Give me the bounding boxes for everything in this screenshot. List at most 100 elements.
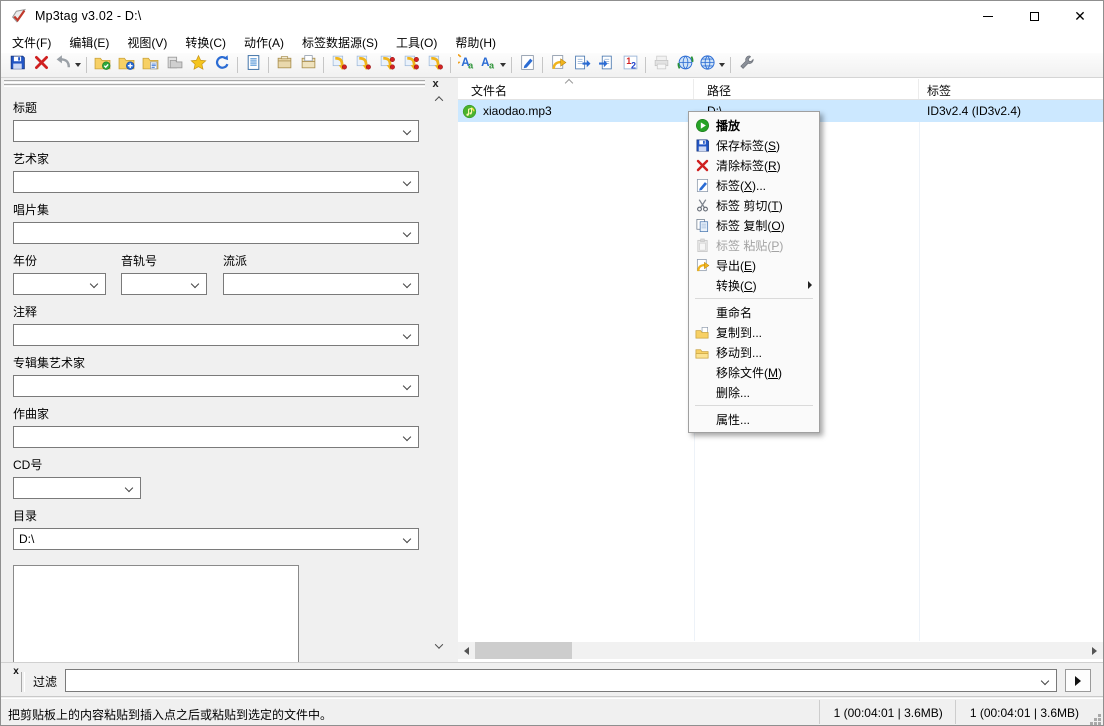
menubar-item-1[interactable]: 文件(F) (3, 31, 60, 54)
close-button[interactable]: ✕ (1057, 1, 1103, 31)
album-combo[interactable] (13, 222, 419, 244)
context-menu-item-6[interactable]: 标签 复制(O) (689, 215, 819, 235)
dropdown-arrow-icon (719, 63, 725, 67)
remove-tag-icon (694, 157, 711, 173)
scroll-up-button[interactable] (431, 91, 447, 106)
toolbar-options-button[interactable] (735, 54, 757, 76)
file-name: xiaodao.mp3 (483, 104, 552, 118)
toolbar-add-directory-button[interactable] (115, 54, 137, 76)
toolbar-convert-filename-to-tag-button[interactable] (571, 54, 593, 76)
menubar-item-5[interactable]: 动作(A) (235, 31, 293, 54)
toolbar-convert-tag-tag-button[interactable] (424, 54, 446, 76)
toolbar-edit-tag-button[interactable] (516, 54, 538, 76)
toolbar-tag-copy-button[interactable] (273, 54, 295, 76)
toolbar-convert-textfile-tag-button[interactable] (400, 54, 422, 76)
toolbar-favorites-button[interactable] (187, 54, 209, 76)
context-menu-item-15[interactable]: 删除... (689, 382, 819, 402)
album-artist-label: 专辑集艺术家 (13, 354, 419, 371)
toolbar-print-button[interactable] (650, 54, 672, 76)
tag-panel-grip[interactable] (4, 80, 425, 89)
track-combo[interactable] (121, 273, 207, 295)
context-menu-item-8[interactable]: 导出(E) (689, 255, 819, 275)
status-count-1: 1 (00:04:01 | 3.6MB) (819, 700, 955, 724)
filter-next-button[interactable] (1065, 669, 1091, 692)
chevron-down-icon (403, 331, 411, 339)
menubar-item-6[interactable]: 标签数据源(S) (293, 31, 387, 54)
context-menu-item-14[interactable]: 移除文件(M) (689, 362, 819, 382)
toolbar-export-button[interactable] (547, 54, 569, 76)
tag-panel-scrollbar[interactable] (431, 91, 447, 653)
album-artist-combo[interactable] (13, 375, 419, 397)
horizontal-scrollbar[interactable] (458, 642, 1103, 659)
column-header-1[interactable]: 文件名 (458, 79, 694, 99)
context-menu-item-11[interactable]: 重命名 (689, 302, 819, 322)
menubar-item-7[interactable]: 工具(O) (387, 31, 446, 54)
toolbar-convert-tag-to-filename-button[interactable] (595, 54, 617, 76)
toolbar-tag-paste-button[interactable] (297, 54, 319, 76)
disc-combo[interactable] (13, 477, 141, 499)
file-list-header: 文件名路径标签 (458, 79, 1103, 100)
toolbar-change-directory-button[interactable] (91, 54, 113, 76)
toolbar-undo-button[interactable] (54, 54, 82, 76)
tag-panel: x 标题 艺术家 唱片集 年份 音轨号 (1, 78, 449, 662)
toolbar-save-tag-button[interactable] (6, 54, 28, 76)
context-menu-item-17[interactable]: 属性... (689, 409, 819, 429)
menubar-item-3[interactable]: 视图(V) (118, 31, 176, 54)
scroll-down-button[interactable] (431, 638, 447, 653)
toolbar-convert-filename-tag-button[interactable] (352, 54, 374, 76)
toolbar-open-playlist-button[interactable] (139, 54, 161, 76)
toolbar-case-conversion-button[interactable]: Aa (455, 54, 477, 76)
cover-art-box[interactable] (13, 565, 299, 665)
toolbar-separator (511, 57, 512, 73)
context-menu-item-4[interactable]: 标签(X)... (689, 175, 819, 195)
toolbar-library-button[interactable] (163, 54, 185, 76)
composer-combo[interactable] (13, 426, 419, 448)
scroll-right-button[interactable] (1086, 642, 1103, 659)
chevron-down-icon (125, 484, 133, 492)
toolbar-numbering-wizard-button[interactable]: 12 (619, 54, 641, 76)
menubar-item-2[interactable]: 编辑(E) (60, 31, 118, 54)
context-menu-item-12[interactable]: 复制到... (689, 322, 819, 342)
panel-splitter[interactable] (449, 78, 458, 662)
title-combo[interactable] (13, 120, 419, 142)
folder-check-icon (94, 54, 111, 76)
column-header-2[interactable]: 路径 (694, 79, 919, 99)
context-menu-item-3[interactable]: 清除标签(R) (689, 155, 819, 175)
filter-bar: x 过滤 (1, 662, 1103, 696)
toolbar-convert-filename-filename-button[interactable] (376, 54, 398, 76)
print-icon (653, 54, 670, 76)
context-menu-item-13[interactable]: 移动到... (689, 342, 819, 362)
artist-combo[interactable] (13, 171, 419, 193)
toolbar-extended-tags-button[interactable] (242, 54, 264, 76)
toolbar-refresh-button[interactable] (211, 54, 233, 76)
toolbar-case-conversion-menu-button[interactable]: Aa (479, 54, 507, 76)
toolbar-web-source-menu-button[interactable] (698, 54, 726, 76)
maximize-button[interactable] (1011, 1, 1057, 31)
comment-combo[interactable] (13, 324, 419, 346)
context-menu-item-1[interactable]: 播放 (689, 115, 819, 135)
column-header-3[interactable]: 标签 (919, 79, 1103, 99)
submenu-arrow-icon (808, 281, 812, 289)
genre-combo[interactable] (223, 273, 419, 295)
conv2-icon (403, 54, 420, 76)
filter-input[interactable] (65, 669, 1057, 692)
menu-item-label: 删除... (716, 384, 750, 401)
context-menu-item-2[interactable]: 保存标签(S) (689, 135, 819, 155)
toolbar-web-source-button[interactable] (674, 54, 696, 76)
context-menu-item-5[interactable]: 标签 剪切(T) (689, 195, 819, 215)
folder-playlist-icon (142, 54, 159, 76)
menu-item-label: 导出(E) (716, 257, 756, 274)
scroll-left-button[interactable] (458, 642, 475, 659)
year-combo[interactable] (13, 273, 106, 295)
toolbar-convert-tag-filename-button[interactable] (328, 54, 350, 76)
context-menu-item-9[interactable]: 转换(C) (689, 275, 819, 295)
directory-combo[interactable]: D:\ (13, 528, 419, 550)
menubar-item-8[interactable]: 帮助(H) (446, 31, 505, 54)
minimize-button[interactable] (965, 1, 1011, 31)
menu-item-label: 播放 (716, 117, 740, 134)
scrollbar-thumb[interactable] (475, 642, 572, 659)
tag-panel-close-button[interactable]: x (428, 78, 443, 91)
toolbar-remove-tag-button[interactable] (30, 54, 52, 76)
resize-grip[interactable] (1098, 722, 1101, 725)
menubar-item-4[interactable]: 转换(C) (176, 31, 235, 54)
